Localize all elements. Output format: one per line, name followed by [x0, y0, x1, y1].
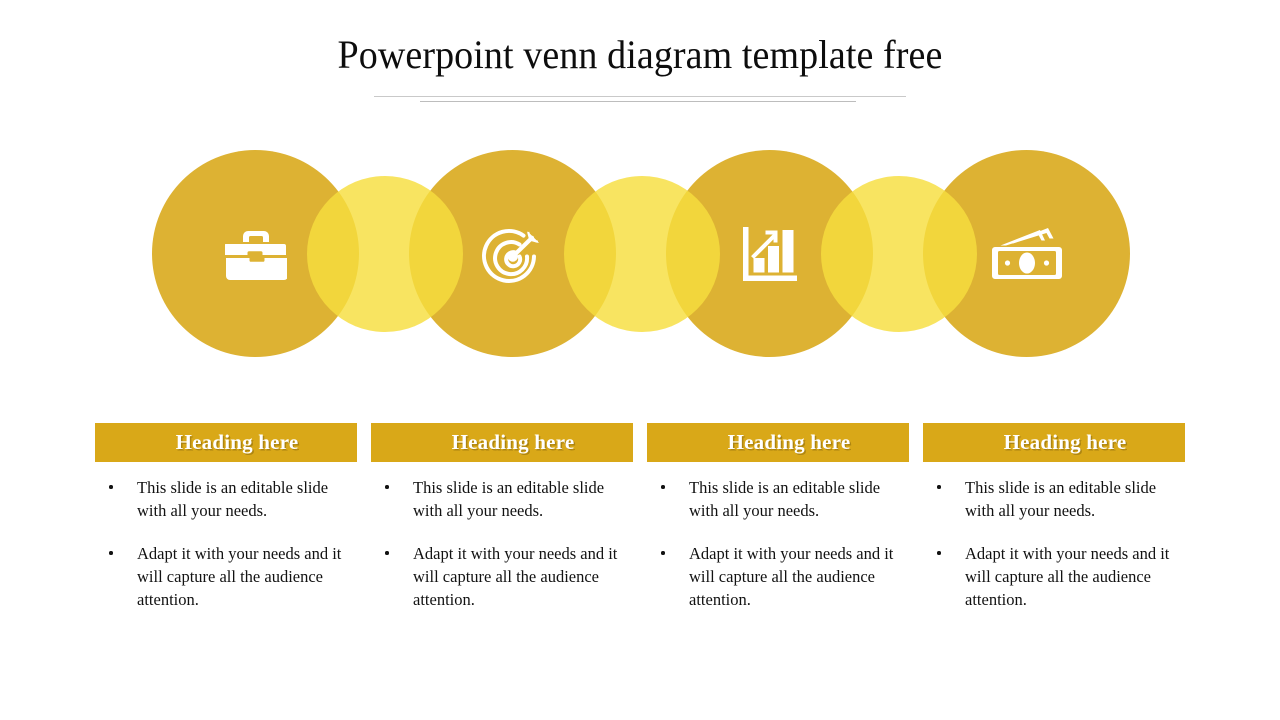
- column-heading-label-1: Heading here: [175, 430, 299, 454]
- column-3: Heading here This slide is an editable s…: [647, 423, 909, 611]
- bullet-dot-icon: [661, 551, 665, 555]
- list-item: Adapt it with your needs and it will cap…: [371, 542, 633, 611]
- bullet-dot-icon: [661, 485, 665, 489]
- bullet-dot-icon: [385, 551, 389, 555]
- bullet-dot-icon: [109, 485, 113, 489]
- page-title: Powerpoint venn diagram template free: [337, 32, 943, 77]
- bullet-text: This slide is an editable slide with all…: [965, 478, 1157, 521]
- column-bullet-list-4: This slide is an editable slide with all…: [923, 462, 1185, 611]
- bullet-dot-icon: [937, 485, 941, 489]
- bullet-text: Adapt it with your needs and it will cap…: [965, 544, 1170, 610]
- list-item: Adapt it with your needs and it will cap…: [647, 542, 909, 611]
- column-heading-bar-1[interactable]: Heading here: [95, 423, 357, 462]
- slide-canvas: Powerpoint venn diagram template free He…: [0, 0, 1280, 720]
- column-heading-bar-2[interactable]: Heading here: [371, 423, 633, 462]
- list-item: This slide is an editable slide with all…: [647, 476, 909, 522]
- bullet-dot-icon: [109, 551, 113, 555]
- money-cash-icon: [923, 150, 1130, 357]
- title-divider-upper: [374, 96, 906, 97]
- list-item: Adapt it with your needs and it will cap…: [923, 542, 1185, 611]
- bullet-dot-icon: [937, 551, 941, 555]
- column-heading-label-3: Heading here: [727, 430, 851, 454]
- bullet-text: This slide is an editable slide with all…: [137, 478, 329, 521]
- column-heading-bar-4[interactable]: Heading here: [923, 423, 1185, 462]
- bullet-text: Adapt it with your needs and it will cap…: [413, 544, 618, 610]
- title-block: Powerpoint venn diagram template free: [0, 32, 1280, 78]
- list-item: This slide is an editable slide with all…: [371, 476, 633, 522]
- bar-chart-growth-icon: [666, 150, 873, 357]
- bullet-text: Adapt it with your needs and it will cap…: [689, 544, 894, 610]
- column-4: Heading here This slide is an editable s…: [923, 423, 1185, 611]
- list-item: This slide is an editable slide with all…: [95, 476, 357, 522]
- column-bullet-list-2: This slide is an editable slide with all…: [371, 462, 633, 611]
- column-heading-label-4: Heading here: [1003, 430, 1127, 454]
- bullet-text: This slide is an editable slide with all…: [689, 478, 881, 521]
- bullet-text: This slide is an editable slide with all…: [413, 478, 605, 521]
- column-2: Heading here This slide is an editable s…: [371, 423, 633, 611]
- column-heading-label-2: Heading here: [451, 430, 575, 454]
- target-arrow-icon: [409, 150, 616, 357]
- content-columns: Heading here This slide is an editable s…: [95, 423, 1185, 643]
- venn-diagram: [0, 140, 1280, 375]
- column-bullet-list-1: This slide is an editable slide with all…: [95, 462, 357, 611]
- title-divider-lower: [420, 101, 856, 102]
- column-bullet-list-3: This slide is an editable slide with all…: [647, 462, 909, 611]
- briefcase-icon: [152, 150, 359, 357]
- column-heading-bar-3[interactable]: Heading here: [647, 423, 909, 462]
- bullet-dot-icon: [385, 485, 389, 489]
- list-item: Adapt it with your needs and it will cap…: [95, 542, 357, 611]
- bullet-text: Adapt it with your needs and it will cap…: [137, 544, 342, 610]
- list-item: This slide is an editable slide with all…: [923, 476, 1185, 522]
- column-1: Heading here This slide is an editable s…: [95, 423, 357, 611]
